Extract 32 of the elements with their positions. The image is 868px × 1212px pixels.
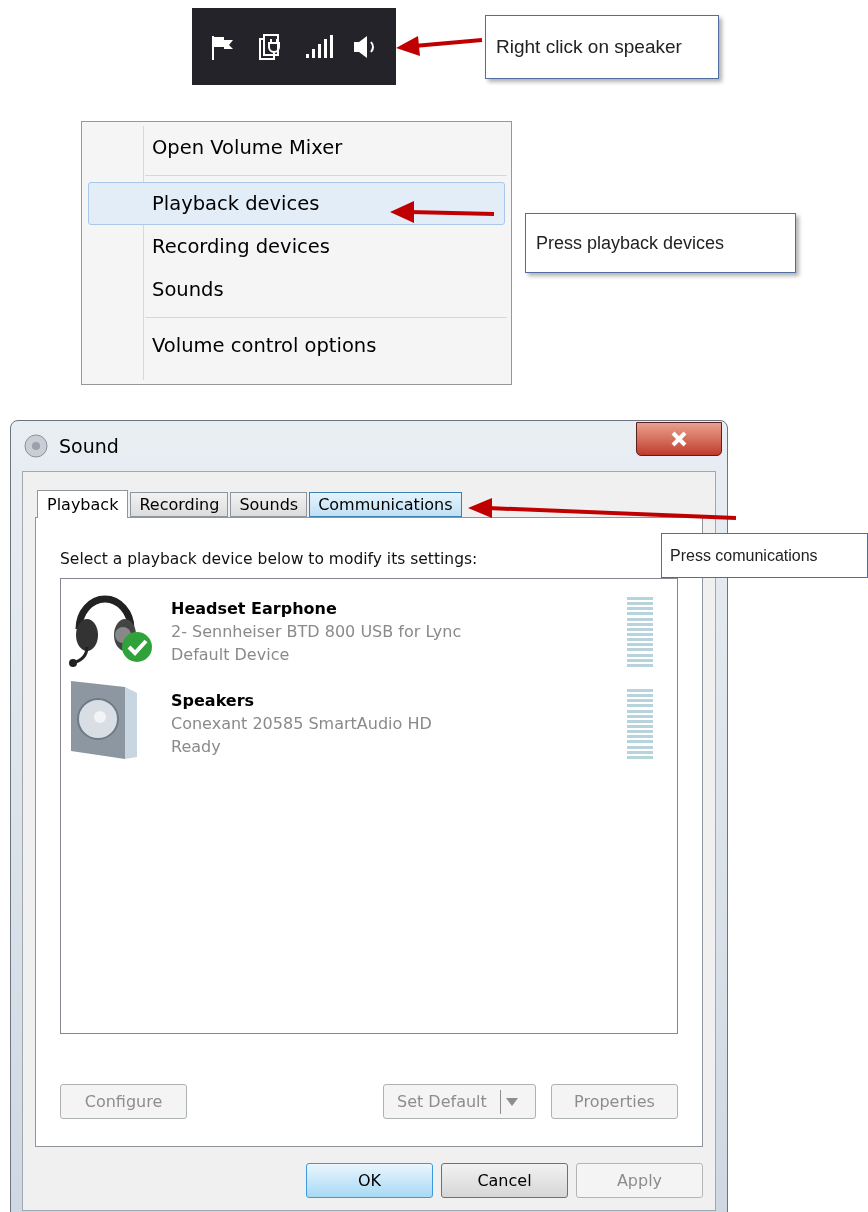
caret-icon bbox=[505, 1097, 518, 1106]
button: Configure bbox=[60, 1084, 187, 1119]
button[interactable]: Cancel bbox=[441, 1163, 568, 1198]
split-button: Set Default bbox=[383, 1084, 536, 1119]
close-icon bbox=[670, 431, 688, 447]
tab[interactable]: Recording bbox=[130, 492, 229, 517]
tab[interactable]: Communications bbox=[309, 492, 462, 517]
callout: Right click on speaker bbox=[485, 15, 719, 79]
callout: Press comunications bbox=[661, 533, 868, 578]
callout: Press playback devices bbox=[525, 213, 796, 273]
menu-item[interactable]: Recording devices bbox=[88, 225, 505, 268]
menu-item[interactable]: Open Volume Mixer bbox=[88, 126, 505, 169]
menu-item[interactable]: Playback devices bbox=[88, 182, 505, 225]
device-description: Conexant 20585 SmartAudio HD bbox=[171, 713, 433, 735]
close-button[interactable] bbox=[636, 422, 722, 456]
signal-bars-icon[interactable] bbox=[303, 33, 334, 60]
window-title: Sound bbox=[59, 433, 119, 459]
device-status: Ready bbox=[171, 736, 222, 758]
tab[interactable]: Playback bbox=[37, 490, 129, 518]
level-meter bbox=[627, 597, 653, 667]
button[interactable]: OK bbox=[306, 1163, 433, 1198]
device-name: Headset Earphone bbox=[171, 598, 338, 620]
level-meter bbox=[627, 689, 653, 759]
device-name: Speakers bbox=[171, 690, 256, 712]
device-description: 2- Sennheiser BTD 800 USB for Lync bbox=[171, 621, 463, 643]
menu-item[interactable]: Sounds bbox=[88, 268, 505, 311]
button: Properties bbox=[551, 1084, 678, 1119]
tab[interactable]: Sounds bbox=[230, 492, 308, 517]
device-status: Default Device bbox=[171, 644, 291, 666]
menu-item[interactable]: Volume control options bbox=[88, 324, 505, 367]
speaker-icon bbox=[23, 433, 49, 459]
button: Apply bbox=[576, 1163, 703, 1198]
